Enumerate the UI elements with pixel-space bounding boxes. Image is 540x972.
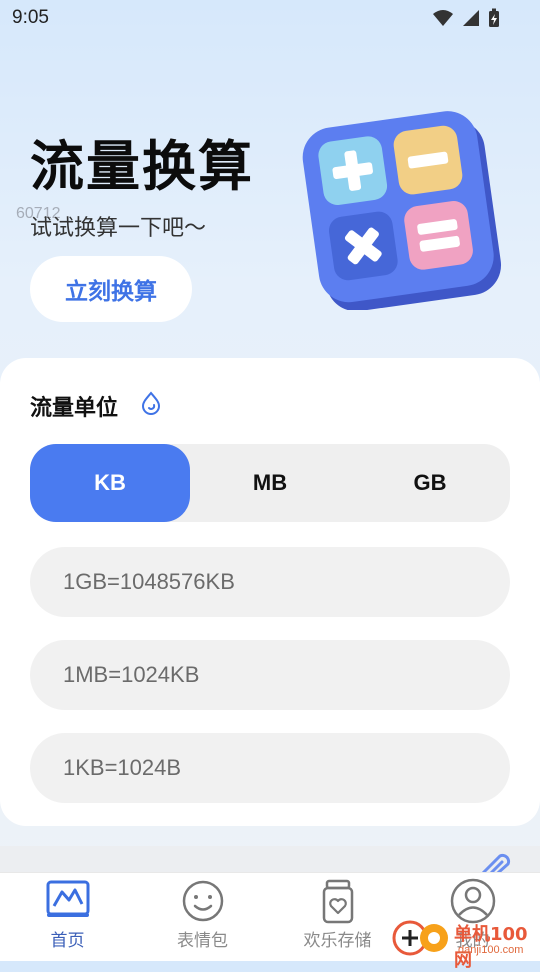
result-row: 1KB=1024B — [30, 733, 510, 803]
battery-icon — [489, 8, 499, 27]
signal-icon — [463, 10, 479, 26]
hero-subtitle: 试试换算一下吧～ — [30, 216, 207, 241]
result-row: 1GB=1048576KB — [30, 547, 510, 617]
tab-storage[interactable]: 欢乐存储 — [270, 873, 405, 961]
tab-home[interactable]: 首页 — [0, 873, 135, 961]
unit-tab-gb[interactable]: GB — [350, 444, 510, 522]
unit-tab-mb[interactable]: MB — [190, 444, 350, 522]
convert-now-button[interactable]: 立刻换算 — [30, 256, 192, 322]
active-tab-indicator — [46, 913, 89, 917]
converter-card: 流量单位 KB MB GB 1GB=1048576KB 1MB=1024KB 1… — [0, 358, 540, 826]
result-row: 1MB=1024KB — [30, 640, 510, 710]
droplet-refresh-icon[interactable] — [138, 390, 164, 416]
status-bar: 9:05 — [0, 0, 540, 36]
status-icons — [432, 8, 500, 28]
storage-jar-icon — [322, 879, 353, 924]
unit-selector: KB MB GB — [30, 444, 510, 522]
calculator-illustration — [302, 111, 502, 310]
tab-label: 欢乐存储 — [303, 931, 372, 951]
wifi-icon — [433, 10, 453, 26]
tab-label: 表情包 — [177, 931, 228, 951]
page-title: 流量换算 — [30, 135, 254, 198]
watermark-url: danji100.com — [458, 944, 524, 956]
status-time: 9:05 — [12, 7, 49, 28]
tab-stickers[interactable]: 表情包 — [135, 873, 270, 961]
smiley-icon — [182, 880, 223, 922]
chart-icon — [46, 880, 89, 916]
tab-label: 首页 — [50, 931, 85, 951]
section-title: 流量单位 — [30, 396, 119, 421]
unit-tab-kb[interactable]: KB — [30, 444, 190, 522]
